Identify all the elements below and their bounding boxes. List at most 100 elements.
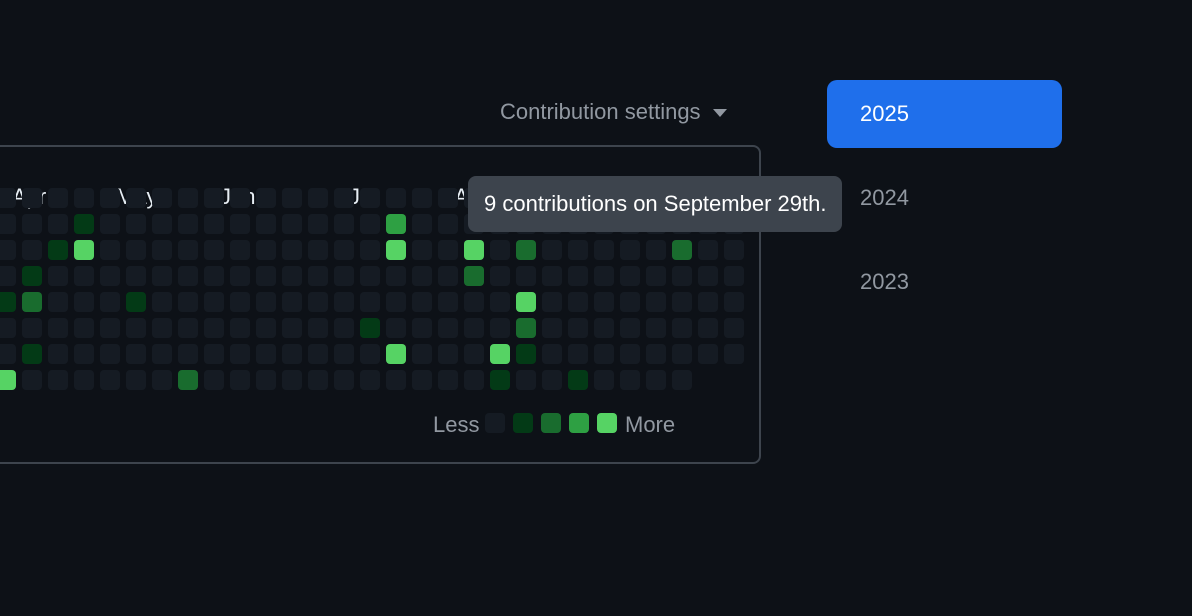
contribution-cell[interactable] bbox=[204, 188, 224, 208]
contribution-cell[interactable] bbox=[282, 240, 302, 260]
contribution-cell[interactable] bbox=[568, 240, 588, 260]
contribution-cell[interactable] bbox=[646, 240, 666, 260]
contribution-cell[interactable] bbox=[178, 344, 198, 364]
contribution-cell[interactable] bbox=[178, 318, 198, 338]
contribution-cell[interactable] bbox=[412, 214, 432, 234]
contribution-cell[interactable] bbox=[74, 318, 94, 338]
contribution-cell[interactable] bbox=[334, 344, 354, 364]
contribution-cell[interactable] bbox=[256, 188, 276, 208]
contribution-cell[interactable] bbox=[230, 370, 250, 390]
contribution-cell[interactable] bbox=[74, 188, 94, 208]
contribution-cell[interactable] bbox=[412, 344, 432, 364]
contribution-cell[interactable] bbox=[386, 188, 406, 208]
contribution-cell[interactable] bbox=[308, 344, 328, 364]
contribution-cell[interactable] bbox=[256, 344, 276, 364]
contribution-cell[interactable] bbox=[152, 292, 172, 312]
contribution-cell[interactable] bbox=[282, 344, 302, 364]
contribution-cell[interactable] bbox=[126, 292, 146, 312]
contribution-cell[interactable] bbox=[22, 214, 42, 234]
contribution-cell[interactable] bbox=[100, 214, 120, 234]
contribution-cell[interactable] bbox=[334, 266, 354, 286]
contribution-cell[interactable] bbox=[256, 240, 276, 260]
contribution-cell[interactable] bbox=[230, 214, 250, 234]
contribution-cell[interactable] bbox=[230, 266, 250, 286]
contribution-cell[interactable] bbox=[126, 318, 146, 338]
contribution-cell[interactable] bbox=[22, 318, 42, 338]
contribution-cell[interactable] bbox=[334, 318, 354, 338]
contribution-cell[interactable] bbox=[672, 292, 692, 312]
contribution-cell[interactable] bbox=[464, 344, 484, 364]
contribution-cell[interactable] bbox=[230, 240, 250, 260]
contribution-cell[interactable] bbox=[230, 344, 250, 364]
contribution-cell[interactable] bbox=[594, 266, 614, 286]
contribution-cell[interactable] bbox=[542, 240, 562, 260]
contribution-cell[interactable] bbox=[698, 292, 718, 312]
contribution-cell[interactable] bbox=[282, 266, 302, 286]
contribution-cell[interactable] bbox=[412, 318, 432, 338]
contribution-cell[interactable] bbox=[360, 370, 380, 390]
contribution-cell[interactable] bbox=[724, 318, 744, 338]
contribution-cell[interactable] bbox=[0, 266, 16, 286]
contribution-cell[interactable] bbox=[646, 266, 666, 286]
contribution-cell[interactable] bbox=[74, 292, 94, 312]
contribution-cell[interactable] bbox=[646, 292, 666, 312]
contribution-cell[interactable] bbox=[256, 370, 276, 390]
contribution-cell[interactable] bbox=[308, 214, 328, 234]
contribution-cell[interactable] bbox=[74, 214, 94, 234]
contribution-cell[interactable] bbox=[386, 266, 406, 286]
contribution-cell[interactable] bbox=[360, 214, 380, 234]
contribution-cell[interactable] bbox=[490, 240, 510, 260]
contribution-cell[interactable] bbox=[438, 318, 458, 338]
contribution-cell[interactable] bbox=[126, 214, 146, 234]
contribution-cell[interactable] bbox=[308, 240, 328, 260]
contribution-cell[interactable] bbox=[230, 292, 250, 312]
contribution-cell[interactable] bbox=[0, 370, 16, 390]
contribution-cell[interactable] bbox=[126, 188, 146, 208]
contribution-cell[interactable] bbox=[100, 370, 120, 390]
contribution-cell[interactable] bbox=[568, 344, 588, 364]
contribution-cell[interactable] bbox=[516, 344, 536, 364]
contribution-cell[interactable] bbox=[438, 292, 458, 312]
contribution-cell[interactable] bbox=[542, 370, 562, 390]
contribution-cell[interactable] bbox=[152, 318, 172, 338]
contribution-settings-toggle[interactable]: Contribution settings bbox=[500, 98, 727, 126]
contribution-cell[interactable] bbox=[334, 370, 354, 390]
contribution-cell[interactable] bbox=[74, 370, 94, 390]
contribution-cell[interactable] bbox=[48, 292, 68, 312]
contribution-cell[interactable] bbox=[256, 318, 276, 338]
contribution-cell[interactable] bbox=[542, 292, 562, 312]
contribution-cell[interactable] bbox=[412, 292, 432, 312]
contribution-cell[interactable] bbox=[282, 370, 302, 390]
contribution-cell[interactable] bbox=[74, 344, 94, 364]
contribution-cell[interactable] bbox=[334, 240, 354, 260]
contribution-cell[interactable] bbox=[308, 188, 328, 208]
contribution-cell[interactable] bbox=[438, 188, 458, 208]
contribution-cell[interactable] bbox=[152, 240, 172, 260]
contribution-cell[interactable] bbox=[126, 370, 146, 390]
contribution-cell[interactable] bbox=[724, 344, 744, 364]
contribution-cell[interactable] bbox=[672, 240, 692, 260]
contribution-cell[interactable] bbox=[0, 188, 16, 208]
contribution-cell[interactable] bbox=[282, 292, 302, 312]
contribution-cell[interactable] bbox=[360, 266, 380, 286]
contribution-cell[interactable] bbox=[620, 266, 640, 286]
contribution-cell[interactable] bbox=[594, 292, 614, 312]
contribution-cell[interactable] bbox=[282, 214, 302, 234]
contribution-cell[interactable] bbox=[594, 370, 614, 390]
contribution-cell[interactable] bbox=[620, 370, 640, 390]
contribution-cell[interactable] bbox=[542, 318, 562, 338]
contribution-cell[interactable] bbox=[178, 370, 198, 390]
contribution-cell[interactable] bbox=[22, 266, 42, 286]
contribution-cell[interactable] bbox=[48, 318, 68, 338]
year-2025[interactable]: 2025 bbox=[827, 80, 1062, 148]
contribution-cell[interactable] bbox=[490, 318, 510, 338]
contribution-cell[interactable] bbox=[100, 318, 120, 338]
contribution-cell[interactable] bbox=[698, 318, 718, 338]
contribution-cell[interactable] bbox=[438, 370, 458, 390]
contribution-cell[interactable] bbox=[334, 292, 354, 312]
contribution-cell[interactable] bbox=[386, 344, 406, 364]
contribution-cell[interactable] bbox=[386, 240, 406, 260]
contribution-cell[interactable] bbox=[724, 292, 744, 312]
year-2024[interactable]: 2024 bbox=[827, 164, 1062, 232]
contribution-cell[interactable] bbox=[646, 318, 666, 338]
